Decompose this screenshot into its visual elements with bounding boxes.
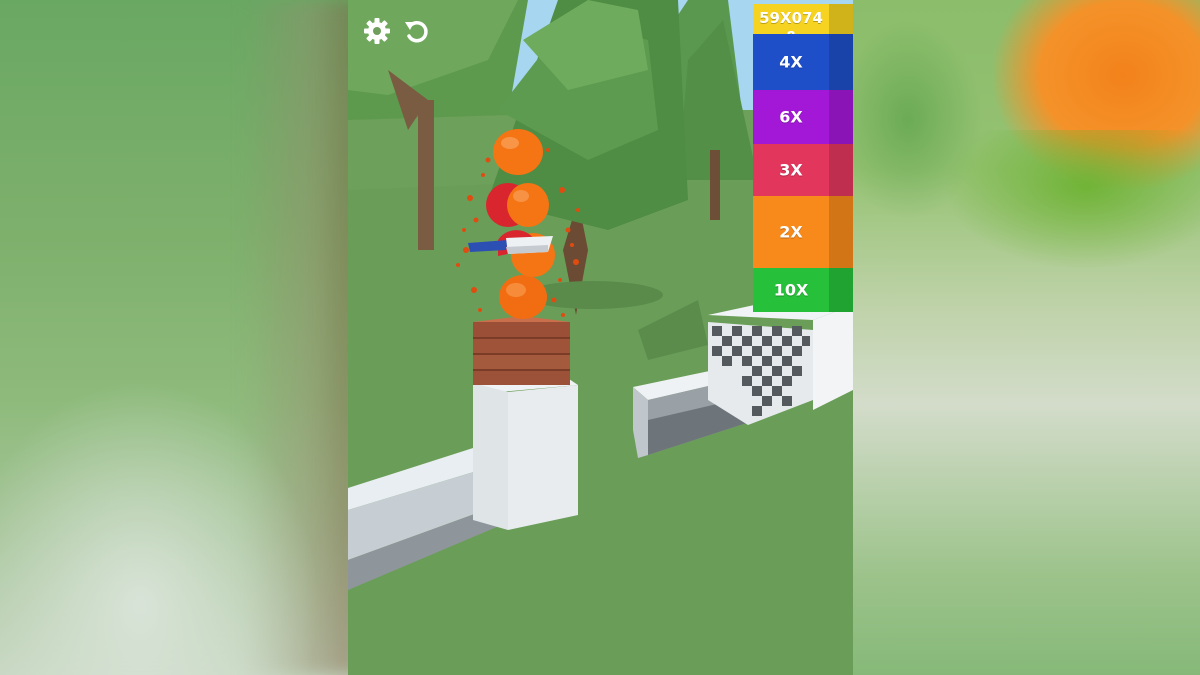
tier-label: 4X <box>779 52 803 72</box>
blurred-background-left <box>0 0 348 675</box>
game-viewport[interactable]: 59X074 8 4X 6X 3X 2X 10X <box>348 0 853 675</box>
tier-label: 6X <box>779 107 803 127</box>
tier-3x: 3X <box>753 144 853 196</box>
pillar <box>473 375 578 530</box>
tier-side <box>829 268 853 312</box>
tier-side <box>829 196 853 268</box>
tower-top-side <box>829 4 853 34</box>
settings-button[interactable] <box>360 14 394 48</box>
blurred-background-right <box>853 0 1200 675</box>
tier-side <box>829 90 853 144</box>
tier-10x: 10X <box>753 268 853 312</box>
tier-label: 3X <box>779 160 803 180</box>
tier-side <box>829 34 853 90</box>
tier-4x: 4X <box>753 34 853 90</box>
tower-top-label: 59X074 <box>759 9 823 27</box>
tier-label: 2X <box>779 222 803 242</box>
tier-6x: 6X <box>753 90 853 144</box>
wood-crate <box>473 316 570 385</box>
tier-2x: 2X <box>753 196 853 268</box>
tower-top-block: 59X074 8 <box>753 4 853 45</box>
tier-side <box>829 144 853 196</box>
restart-button[interactable] <box>400 14 434 48</box>
tier-label: 10X <box>773 280 809 300</box>
gear-icon <box>364 18 390 44</box>
restart-arrow-icon <box>405 21 428 43</box>
